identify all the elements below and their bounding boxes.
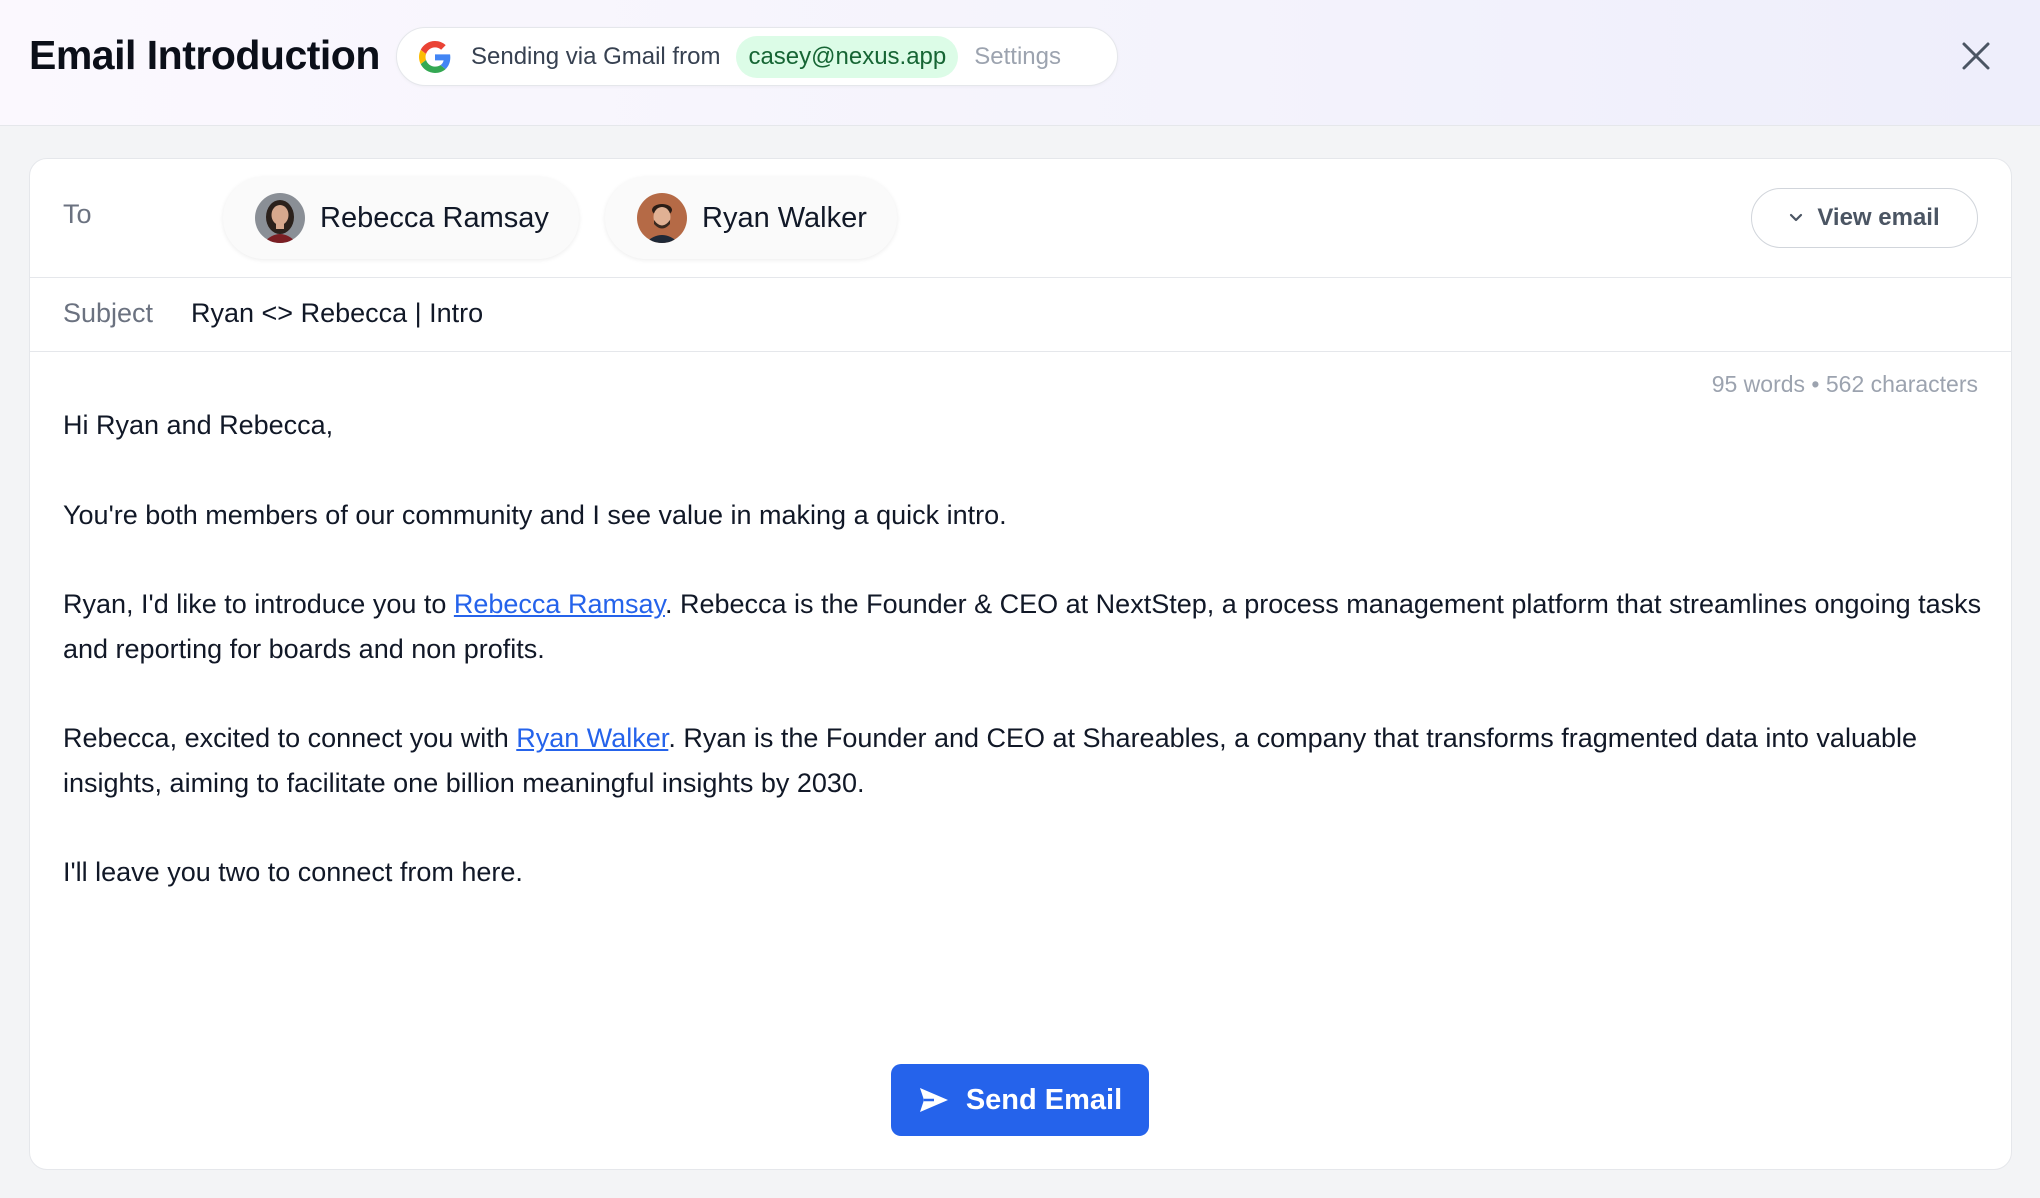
dialog-header: Email Introduction Sending via Gmail fro… (0, 0, 2040, 126)
subject-input[interactable]: Ryan <> Rebecca | Intro (191, 298, 483, 329)
body-closing: I'll leave you two to connect from here. (63, 857, 523, 887)
view-email-button[interactable]: View email (1751, 188, 1978, 248)
sending-via-label: Sending via Gmail from (471, 42, 721, 70)
sender-email-chip: casey@nexus.app (736, 35, 959, 78)
dialog-title: Email Introduction (29, 32, 380, 78)
body-paragraph-2: Ryan, I'd like to introduce you to Rebec… (63, 582, 1983, 671)
to-row: To Rebecca Ramsay Ryan Walker View email (30, 159, 2011, 278)
email-compose-card: To Rebecca Ramsay Ryan Walker View email… (29, 158, 2012, 1170)
recipient-name: Ryan Walker (702, 201, 867, 234)
close-button[interactable] (1958, 38, 1994, 74)
body-greeting: Hi Ryan and Rebecca, (63, 410, 334, 440)
email-body-editor[interactable]: Hi Ryan and Rebecca, You're both members… (63, 403, 1983, 940)
ryan-walker-link[interactable]: Ryan Walker (516, 723, 668, 753)
body-text: Rebecca, excited to connect you with (63, 723, 517, 753)
recipient-name: Rebecca Ramsay (320, 201, 549, 234)
gmail-sender-pill: Sending via Gmail from casey@nexus.app S… (396, 27, 1118, 86)
avatar (637, 193, 687, 243)
send-email-button[interactable]: Send Email (891, 1064, 1149, 1136)
recipient-chip-ryan[interactable]: Ryan Walker (605, 177, 897, 259)
view-email-label: View email (1817, 204, 1940, 231)
subject-label: Subject (63, 298, 154, 328)
recipient-chip-rebecca[interactable]: Rebecca Ramsay (223, 177, 579, 259)
close-icon (1962, 42, 1990, 70)
settings-link[interactable]: Settings (974, 43, 1061, 71)
google-icon (419, 40, 451, 73)
body-paragraph-1: You're both members of our community and… (63, 499, 1007, 530)
avatar (255, 193, 305, 243)
to-label: To (63, 199, 92, 229)
chevron-down-icon (1790, 213, 1803, 222)
send-icon (919, 1088, 948, 1112)
word-character-counter: 95 words • 562 characters (1711, 371, 1978, 397)
send-email-label: Send Email (965, 1083, 1123, 1116)
rebecca-ramsay-link[interactable]: Rebecca Ramsay (454, 589, 665, 619)
body-paragraph-3: Rebecca, excited to connect you with Rya… (63, 716, 1983, 805)
body-text: Ryan, I'd like to introduce you to (63, 589, 454, 619)
subject-row: Subject Ryan <> Rebecca | Intro (30, 278, 2011, 352)
